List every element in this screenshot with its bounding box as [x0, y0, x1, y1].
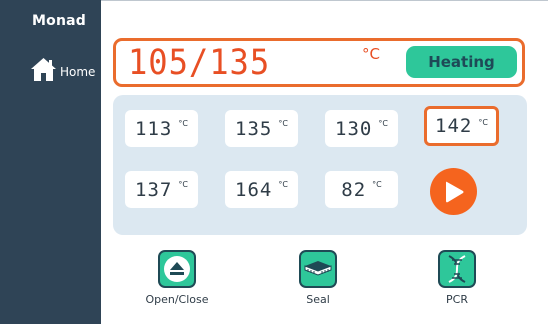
temp-unit: °C [372, 180, 382, 189]
temp-value: 82 [341, 178, 367, 201]
temp-value: 142 [435, 115, 473, 137]
temp-unit: °C [278, 180, 288, 189]
temp-cell-3[interactable]: 130 °C [325, 110, 398, 147]
temp-cell-2[interactable]: 135 °C [225, 110, 298, 147]
home-button[interactable]: Home [30, 48, 98, 82]
open-close-label: Open/Close [145, 293, 209, 306]
temp-value: 130 [335, 117, 373, 140]
start-button[interactable] [430, 168, 477, 215]
temp-unit: °C [178, 180, 188, 189]
temp-cell-7[interactable]: 82 °C [325, 171, 398, 208]
temp-cell-1[interactable]: 113 °C [125, 110, 198, 147]
temp-value: 135 [235, 117, 273, 140]
temp-value: 113 [135, 117, 173, 140]
home-label: Home [60, 65, 96, 79]
brand-logo: Monad [32, 13, 86, 29]
play-icon [445, 181, 463, 202]
temp-unit: °C [478, 118, 488, 127]
seal-icon-tile [299, 250, 337, 288]
temp-unit: °C [278, 119, 288, 128]
seal-label: Seal [306, 293, 330, 306]
open-close-button[interactable]: Open/Close [132, 250, 222, 310]
dna-icon [448, 255, 466, 283]
temp-cell-5[interactable]: 137 °C [125, 171, 198, 208]
temp-value: 164 [235, 178, 273, 201]
seal-plate-icon [304, 261, 332, 276]
temperature-unit: °C [362, 45, 380, 63]
seal-button[interactable]: Seal [273, 250, 363, 310]
temp-unit: °C [378, 119, 388, 128]
eject-icon [164, 256, 190, 282]
temperature-presets-panel: 113 °C 135 °C 130 °C 142 °C 137 °C 164 °… [113, 95, 527, 235]
temp-value: 137 [135, 178, 173, 201]
pcr-icon-tile [438, 250, 476, 288]
pcr-label: PCR [446, 293, 468, 306]
top-divider [101, 0, 548, 1]
temp-cell-6[interactable]: 164 °C [225, 171, 298, 208]
temp-unit: °C [178, 119, 188, 128]
temperature-display: 105/135 °C Heating [113, 38, 525, 87]
home-icon [31, 58, 56, 81]
eject-icon-tile [158, 250, 196, 288]
sidebar: Monad Home [0, 0, 101, 324]
pcr-button[interactable]: PCR [412, 250, 502, 310]
current-target-temperature: 105/135 [128, 43, 271, 83]
status-badge: Heating [406, 46, 517, 78]
temp-cell-4-selected[interactable]: 142 °C [424, 106, 499, 146]
